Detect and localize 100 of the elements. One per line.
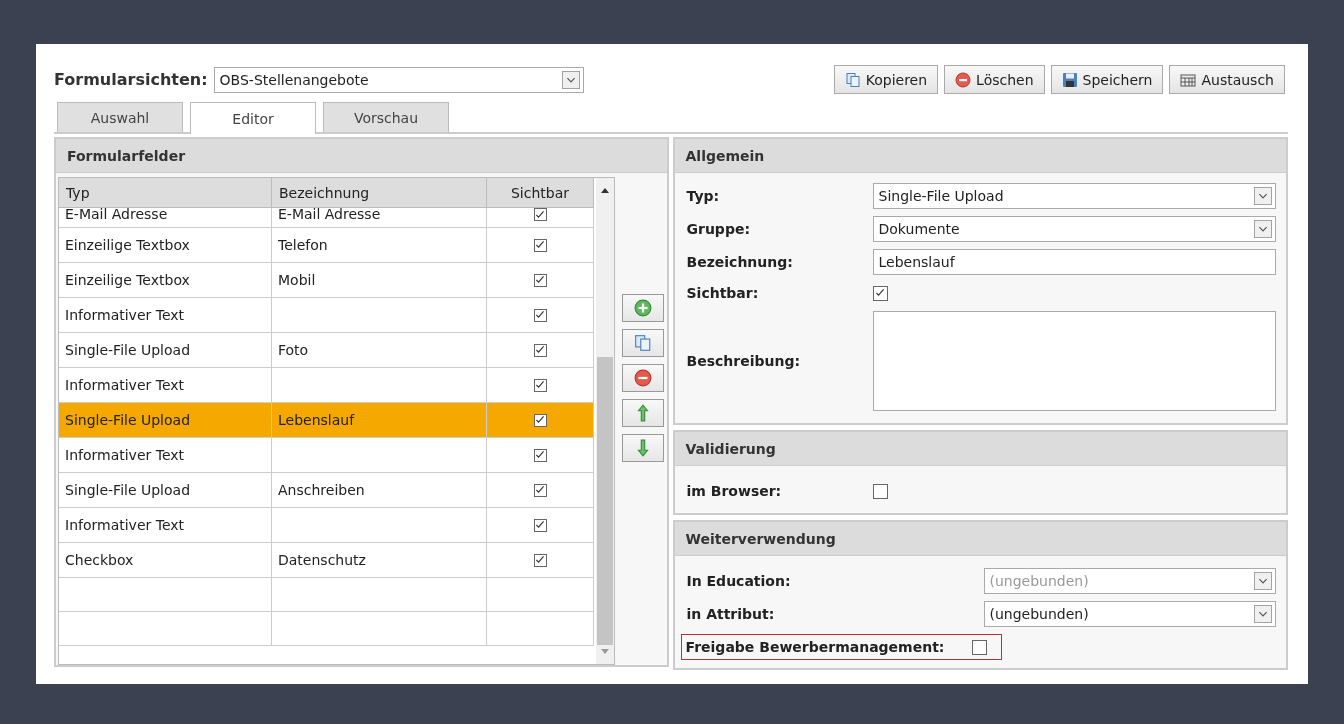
checkbox[interactable] <box>533 308 547 322</box>
table-row[interactable]: Single-File Upload Foto <box>59 333 594 368</box>
table-row[interactable]: E-Mail Adresse E-Mail Adresse <box>59 208 594 228</box>
check-icon <box>535 450 545 460</box>
view-select[interactable]: OBS-Stellenangebote <box>213 66 584 93</box>
tool-button[interactable] <box>622 364 664 392</box>
chevron-down-icon <box>1254 220 1272 238</box>
table-cell: Single-File Upload <box>65 412 191 428</box>
table-row[interactable]: Single-File Upload Lebenslauf <box>59 403 594 438</box>
check-icon <box>535 209 545 220</box>
minus-circle-icon <box>634 369 652 387</box>
view-label: Formularsichten: <box>54 70 208 89</box>
field-label: Freigabe Bewerbermanagement: <box>685 639 945 655</box>
dropdown[interactable]: Dokumente <box>872 216 1276 242</box>
checkbox[interactable] <box>533 553 547 567</box>
tool-button[interactable] <box>622 329 664 357</box>
checkbox[interactable] <box>533 483 547 497</box>
chevron-down-icon <box>1254 187 1272 205</box>
table-row[interactable]: Informativer Text <box>59 298 594 333</box>
table-cell: Informativer Text <box>65 517 185 533</box>
table-row[interactable]: Informativer Text <box>59 438 594 473</box>
panel-title: Weiterverwendung <box>674 522 1286 556</box>
check-icon <box>535 555 545 565</box>
table-row[interactable]: Einzeilige Textbox Mobil <box>59 263 594 298</box>
panel-title: Allgemein <box>674 139 1286 173</box>
checkbox[interactable] <box>872 483 888 499</box>
panel-title: Validierung <box>674 432 1286 466</box>
table-cell: Datenschutz <box>278 552 366 568</box>
table-cell: Informativer Text <box>65 307 185 323</box>
column-header[interactable]: Sichtbar <box>487 178 594 208</box>
table-row[interactable]: Informativer Text <box>59 508 594 543</box>
checkbox[interactable] <box>872 285 888 301</box>
check-icon <box>535 275 545 285</box>
field-label: Sichtbar: <box>686 285 760 301</box>
column-header[interactable]: Bezeichnung <box>272 178 487 208</box>
table-cell: Foto <box>278 342 309 358</box>
dropdown[interactable]: (ungebunden) <box>983 601 1276 627</box>
tab[interactable]: Vorschau <box>323 102 449 132</box>
check-icon <box>535 380 545 390</box>
dropdown[interactable]: Single-File Upload <box>872 183 1276 209</box>
action-button[interactable]: Speichern <box>1050 65 1164 94</box>
scroll-up-icon[interactable] <box>601 188 609 193</box>
field-label: Gruppe: <box>686 221 751 237</box>
field-label: Beschreibung: <box>686 353 802 369</box>
field-label: Typ: <box>686 188 721 204</box>
check-icon <box>535 310 545 320</box>
plus-circle-icon <box>634 299 652 317</box>
table-cell: Mobil <box>278 272 316 288</box>
table-cell: E-Mail Adresse <box>65 208 168 220</box>
action-button[interactable]: Kopieren <box>833 65 939 94</box>
input-field[interactable]: Lebenslauf <box>872 249 1276 275</box>
minus-circle-icon <box>955 71 972 88</box>
table-cell: Einzeilige Textbox <box>65 272 190 288</box>
checkbox[interactable] <box>533 448 547 462</box>
copy-icon <box>634 334 652 352</box>
tool-button[interactable] <box>622 434 664 462</box>
checkbox[interactable] <box>533 413 547 427</box>
tool-button[interactable] <box>622 294 664 322</box>
checkbox[interactable] <box>533 378 547 392</box>
table-row[interactable]: Single-File Upload Anschreiben <box>59 473 594 508</box>
checkbox[interactable] <box>533 238 547 252</box>
checkbox[interactable] <box>533 343 547 357</box>
table-row[interactable]: Einzeilige Textbox Telefon <box>59 228 594 263</box>
tool-button[interactable] <box>622 399 664 427</box>
action-button[interactable]: Löschen <box>944 65 1045 94</box>
check-icon <box>535 345 545 355</box>
column-header[interactable]: Typ <box>59 178 272 208</box>
table-icon <box>1180 71 1197 88</box>
table-cell: Informativer Text <box>65 377 185 393</box>
table-cell: Single-File Upload <box>65 482 191 498</box>
checkbox[interactable] <box>533 208 547 221</box>
field-label: in Attribut: <box>686 606 776 622</box>
table-cell: Lebenslauf <box>278 412 355 428</box>
table-cell: E-Mail Adresse <box>278 208 381 220</box>
table-cell: Telefon <box>278 237 328 253</box>
chevron-down-icon <box>1254 572 1272 590</box>
panel-title: Formularfelder <box>56 139 667 173</box>
table-cell: Informativer Text <box>65 447 185 463</box>
check-icon <box>875 288 885 298</box>
field-label: im Browser: <box>686 483 783 499</box>
copy-icon <box>844 71 861 88</box>
check-icon <box>535 415 545 425</box>
field-label: In Education: <box>686 573 792 589</box>
field-label: Bezeichnung: <box>686 254 794 270</box>
check-icon <box>535 240 545 250</box>
chevron-down-icon <box>561 70 580 89</box>
chevron-down-icon <box>1254 605 1272 623</box>
check-icon <box>535 485 545 495</box>
check-icon <box>535 520 545 530</box>
checkbox[interactable] <box>533 518 547 532</box>
action-button[interactable]: Austausch <box>1169 65 1285 94</box>
table-cell: Single-File Upload <box>65 342 191 358</box>
scrollbar[interactable] <box>596 178 614 664</box>
table-cell: Einzeilige Textbox <box>65 237 190 253</box>
table-row[interactable]: Checkbox Datenschutz <box>59 543 594 578</box>
tab[interactable]: Editor <box>190 102 316 134</box>
checkbox[interactable] <box>972 639 988 655</box>
table-cell: Checkbox <box>65 552 134 568</box>
checkbox[interactable] <box>533 273 547 287</box>
tab[interactable]: Auswahl <box>57 102 183 132</box>
